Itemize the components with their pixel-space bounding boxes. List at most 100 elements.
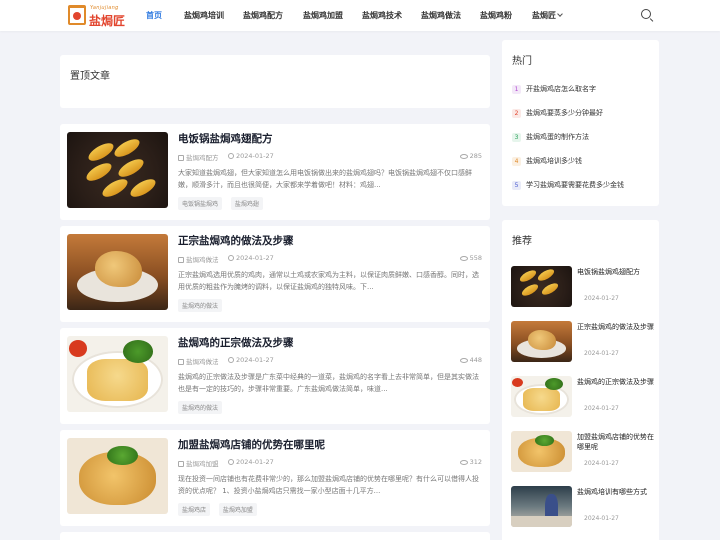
rank-badge: 3	[512, 133, 521, 142]
article-thumbnail[interactable]	[67, 438, 168, 514]
pinned-title: 置顶文章	[70, 71, 110, 82]
nav-item-powder[interactable]: 盐焗鸡粉	[480, 10, 512, 21]
article-card[interactable]: 电饭锅盐焗鸡翅配方 盐焗鸡配方 2024-01-27 285 大家知道盐焗鸡翅，…	[60, 124, 490, 220]
rec-item-date: 2024-01-27	[584, 295, 619, 302]
article-excerpt: 大家知道盐焗鸡翅，但大家知道怎么用电饭锅做出来的盐焗鸡翅吗？电饭锅盐焗鸡翅不仅口…	[178, 169, 472, 189]
tag[interactable]: 电饭锅盐焗鸡	[178, 197, 223, 210]
rec-thumbnail[interactable]	[511, 376, 572, 417]
rec-item[interactable]: 加盟盐焗鸡店铺的优势在哪里呢 2024-01-27	[511, 431, 656, 473]
rec-title: 推荐	[512, 236, 532, 247]
nav-item-brand-label: 盐焗匠	[532, 11, 556, 20]
rank-badge: 1	[512, 85, 521, 94]
nav-item-method[interactable]: 盐焗鸡做法	[421, 10, 461, 21]
article-card[interactable]: 盐焗鸡的正宗做法及步骤 盐焗鸡做法 2024-01-27 448 盐焗鸡的正宗做…	[60, 328, 490, 424]
rec-item[interactable]: 电饭锅盐焗鸡翅配方 2024-01-27	[511, 266, 656, 308]
article-thumbnail[interactable]	[67, 234, 168, 310]
clock-icon	[228, 357, 234, 363]
tag[interactable]: 盐焗鸡加盟	[218, 503, 257, 516]
article-tags: 电饭锅盐焗鸡 盐焗鸡翅	[178, 197, 269, 210]
article-category[interactable]: 盐焗鸡加盟	[178, 458, 219, 468]
article-category[interactable]: 盐焗鸡做法	[178, 356, 219, 366]
logo-text: 盐焗匠	[89, 14, 126, 28]
rec-item-title[interactable]: 电饭锅盐焗鸡翅配方	[577, 267, 655, 277]
rec-item-title[interactable]: 加盟盐焗鸡店铺的优势在哪里呢	[577, 432, 655, 452]
clock-icon	[228, 459, 234, 465]
rec-thumbnail[interactable]	[511, 266, 572, 307]
article-category[interactable]: 盐焗鸡做法	[178, 254, 219, 264]
nav-item-home[interactable]: 首页	[146, 10, 162, 21]
nav-item-training[interactable]: 盐焗鸡培训	[184, 10, 224, 21]
article-tags: 盐焗鸡的做法	[178, 401, 228, 414]
sidebar-recommended: 推荐 电饭锅盐焗鸡翅配方 2024-01-27 正宗盐焗鸡的做法及步骤 2024…	[502, 220, 659, 540]
tag[interactable]: 盐焗鸡翅	[230, 197, 263, 210]
article-views: 448	[459, 356, 482, 364]
article-meta: 盐焗鸡做法 2024-01-27 448	[178, 356, 482, 366]
tag[interactable]: 盐焗鸡的做法	[178, 401, 223, 414]
search-icon[interactable]	[641, 9, 654, 23]
article-category[interactable]: 盐焗鸡配方	[178, 152, 219, 162]
folder-icon	[178, 155, 184, 161]
eye-icon	[459, 154, 468, 159]
article-card[interactable]	[60, 532, 490, 540]
list-item[interactable]: 2 盐焗鸡要蒸多少分钟最好	[512, 108, 657, 132]
chevron-down-icon	[557, 11, 563, 17]
rec-thumbnail[interactable]	[511, 321, 572, 362]
article-meta: 盐焗鸡加盟 2024-01-27 312	[178, 458, 482, 468]
rec-item-title[interactable]: 盐焗鸡的正宗做法及步骤	[577, 377, 655, 387]
article-views: 558	[459, 254, 482, 262]
article-date: 2024-01-27	[228, 458, 274, 466]
article-thumbnail[interactable]	[67, 132, 168, 208]
tag[interactable]: 盐焗鸡的做法	[178, 299, 223, 312]
rec-item[interactable]: 正宗盐焗鸡的做法及步骤 2024-01-27	[511, 321, 656, 363]
article-card[interactable]: 正宗盐焗鸡的做法及步骤 盐焗鸡做法 2024-01-27 558 正宗盐焗鸡选用…	[60, 226, 490, 322]
rec-thumbnail[interactable]	[511, 486, 572, 527]
article-title[interactable]: 盐焗鸡的正宗做法及步骤	[178, 335, 294, 350]
rank-badge: 4	[512, 157, 521, 166]
logo-icon	[68, 5, 86, 25]
folder-icon	[178, 257, 184, 263]
nav-item-recipe[interactable]: 盐焗鸡配方	[243, 10, 283, 21]
nav-item-franchise[interactable]: 盐焗鸡加盟	[303, 10, 343, 21]
list-item[interactable]: 5 学习盐焗鸡要需要花费多少金钱	[512, 180, 657, 204]
article-card[interactable]: 加盟盐焗鸡店铺的优势在哪里呢 盐焗鸡加盟 2024-01-27 312 现在投资…	[60, 430, 490, 526]
article-title[interactable]: 正宗盐焗鸡的做法及步骤	[178, 233, 294, 248]
clock-icon	[228, 255, 234, 261]
rec-item[interactable]: 盐焗鸡的正宗做法及步骤 2024-01-27	[511, 376, 656, 418]
logo-subtitle: Yanjujiang	[90, 5, 119, 11]
article-tags: 盐焗鸡的做法	[178, 299, 228, 312]
tag[interactable]: 盐焗鸡店	[178, 503, 211, 516]
list-item[interactable]: 4 盐焗鸡培训多少钱	[512, 156, 657, 180]
rec-item[interactable]: 盐焗鸡培训有哪些方式 2024-01-27	[511, 486, 656, 528]
article-meta: 盐焗鸡做法 2024-01-27 558	[178, 254, 482, 264]
nav-item-technique[interactable]: 盐焗鸡技术	[362, 10, 402, 21]
rec-item-date: 2024-01-27	[584, 405, 619, 412]
article-title[interactable]: 加盟盐焗鸡店铺的优势在哪里呢	[178, 437, 325, 452]
nav-item-brand-menu[interactable]: 盐焗匠	[532, 10, 563, 21]
list-item[interactable]: 3 盐焗鸡蛋的制作方法	[512, 132, 657, 156]
rec-item-date: 2024-01-27	[584, 460, 619, 467]
article-excerpt: 盐焗鸡的正宗做法及步骤是广东菜中经典的一道菜，盐焗鸡的名字看上去非常简单，但是其…	[178, 373, 479, 393]
rec-item-title[interactable]: 盐焗鸡培训有哪些方式	[577, 487, 655, 497]
folder-icon	[178, 359, 184, 365]
rec-item-title[interactable]: 正宗盐焗鸡的做法及步骤	[577, 322, 655, 332]
rec-thumbnail[interactable]	[511, 431, 572, 472]
eye-icon	[459, 358, 468, 363]
pinned-section: 置顶文章	[60, 55, 490, 108]
article-views: 285	[459, 152, 482, 160]
rank-badge: 2	[512, 109, 521, 118]
site-logo[interactable]: Yanjujiang 盐焗匠	[68, 5, 125, 28]
list-item[interactable]: 1 开盐焗鸡店怎么取名字	[512, 84, 657, 108]
article-excerpt: 正宗盐焗鸡选用优质的鸡肉，通常以土鸡或农家鸡为主料，以保证肉质鲜嫩、口感香醇。同…	[178, 271, 479, 291]
eye-icon	[459, 256, 468, 261]
article-views: 312	[459, 458, 482, 466]
article-thumbnail[interactable]	[67, 336, 168, 412]
article-date: 2024-01-27	[228, 356, 274, 364]
site-header: Yanjujiang 盐焗匠 首页 盐焗鸡培训 盐焗鸡配方 盐焗鸡加盟 盐焗鸡技…	[0, 0, 720, 31]
article-excerpt: 现在投资一间店铺也有花费非常少的，那么加盟盐焗鸡店铺的优势在哪里呢？有什么可以借…	[178, 475, 479, 495]
article-date: 2024-01-27	[228, 152, 274, 160]
rec-item-date: 2024-01-27	[584, 350, 619, 357]
article-meta: 盐焗鸡配方 2024-01-27 285	[178, 152, 482, 162]
folder-icon	[178, 461, 184, 467]
article-title[interactable]: 电饭锅盐焗鸡翅配方	[178, 131, 273, 146]
rank-badge: 5	[512, 181, 521, 190]
